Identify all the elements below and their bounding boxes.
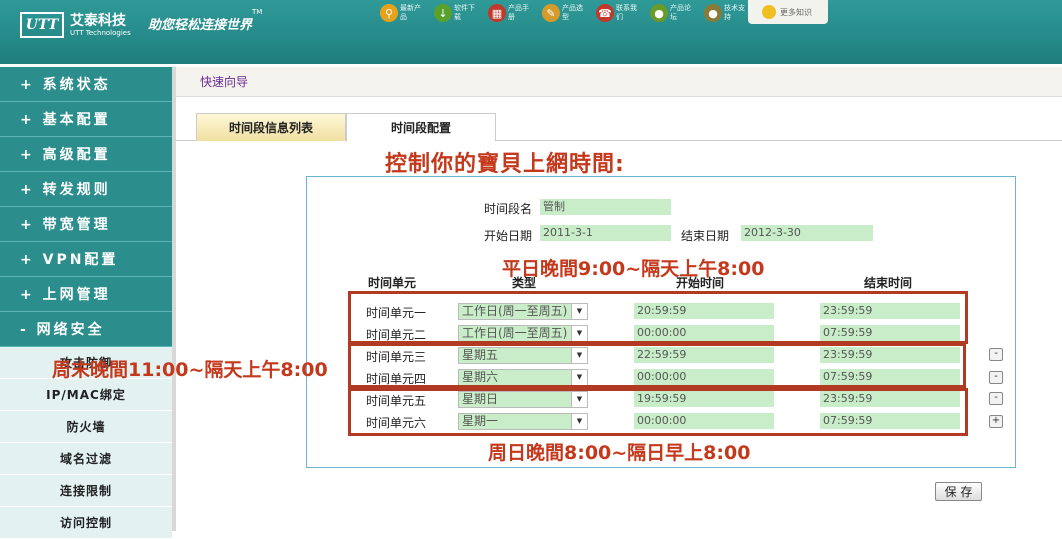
- toplink-support[interactable]: ● 技术支持: [704, 0, 750, 26]
- clipboard-icon: ✎: [542, 4, 560, 22]
- tab-bar: 时间段信息列表 时间段配置: [176, 111, 1062, 142]
- more-label: 更多知识: [780, 7, 812, 17]
- sidebar: + 系统状态 + 基本配置 + 高级配置 + 转发规则 + 带宽管理 + VPN…: [0, 67, 172, 539]
- phone-icon: ☎: [596, 4, 614, 22]
- slogan-tm: TM: [252, 8, 263, 16]
- add-row-button[interactable]: +: [989, 415, 1003, 428]
- toplink-label: 产品论坛: [670, 4, 691, 21]
- annotation-sunday: 周日晚間8:00~隔日早上8:00: [488, 442, 751, 464]
- brand-name-en: UTT Technologies: [70, 28, 131, 37]
- toplink-label: 软件下载: [454, 4, 475, 21]
- toplink-product-manual[interactable]: ▦ 产品手册: [488, 0, 534, 26]
- menu-bandwidth[interactable]: + 带宽管理: [0, 207, 172, 242]
- submenu-ip-mac-binding[interactable]: IP/MAC绑定: [0, 379, 172, 411]
- end-date-input[interactable]: 2012-3-30: [741, 225, 873, 241]
- submenu-domain-filter[interactable]: 域名过滤: [0, 443, 172, 475]
- menu-system-status[interactable]: + 系统状态: [0, 67, 172, 102]
- breadcrumb-link[interactable]: 快速向导: [200, 73, 248, 90]
- col-header-type: 类型: [512, 276, 537, 290]
- menu-network-security[interactable]: - 网络安全: [0, 312, 172, 347]
- start-date-label: 开始日期: [484, 229, 533, 243]
- menu-basic-config[interactable]: + 基本配置: [0, 102, 172, 137]
- download-icon: ↓: [434, 4, 452, 22]
- toplink-latest-products[interactable]: ⚲ 最新产品: [380, 0, 426, 26]
- submenu-connection-limit[interactable]: 连接限制: [0, 475, 172, 507]
- toplink-label: 联系我们: [616, 4, 637, 21]
- start-date-input[interactable]: 2011-3-1: [540, 225, 671, 241]
- name-label: 时间段名: [484, 202, 533, 216]
- remove-row-button[interactable]: -: [989, 348, 1003, 361]
- menu-forwarding-rules[interactable]: + 转发规则: [0, 172, 172, 207]
- name-input[interactable]: 管制: [540, 199, 671, 215]
- col-header-start: 开始时间: [676, 276, 725, 290]
- brand-name: 艾泰科技: [70, 12, 126, 29]
- toplink-label: 最新产品: [400, 4, 421, 21]
- book-icon: ▦: [488, 4, 506, 22]
- remove-row-button[interactable]: -: [989, 371, 1003, 384]
- save-button[interactable]: 保 存: [935, 482, 982, 501]
- top-banner: UTT 艾泰科技 UTT Technologies 助您轻松连接世界 TM ⚲ …: [0, 0, 1062, 64]
- knowledge-icon: [762, 5, 776, 19]
- menu-advanced-config[interactable]: + 高级配置: [0, 137, 172, 172]
- breadcrumb: 快速向导: [176, 67, 1062, 97]
- menu-vpn[interactable]: + VPN配置: [0, 242, 172, 277]
- logo-badge: UTT: [20, 12, 64, 38]
- annotation-title: 控制你的寶貝上網時間:: [385, 152, 625, 177]
- tab-time-range-list[interactable]: 时间段信息列表: [196, 113, 346, 141]
- tab-time-range-config[interactable]: 时间段配置: [346, 113, 496, 142]
- toplink-product-selection[interactable]: ✎ 产品选型: [542, 0, 588, 26]
- toplink-label: 产品手册: [508, 4, 529, 21]
- col-header-unit: 时间单元: [368, 276, 417, 290]
- annotation-weekend: 周末晚間11:00~隔天上午8:00: [52, 359, 328, 381]
- end-date-label: 结束日期: [681, 229, 730, 243]
- annotation-weekday: 平日晚間9:00~隔天上午8:00: [502, 258, 765, 280]
- slogan: 助您轻松连接世界: [148, 18, 253, 33]
- more-knowledge-button[interactable]: 更多知识: [748, 0, 828, 24]
- toplink-label: 技术支持: [724, 4, 745, 21]
- annotation-box-weekend: [348, 343, 966, 388]
- submenu-firewall[interactable]: 防火墙: [0, 411, 172, 443]
- logo: UTT 艾泰科技 UTT Technologies: [20, 10, 131, 40]
- annotation-box-sunday: [348, 388, 968, 436]
- toplink-label: 产品选型: [562, 4, 583, 21]
- menu-internet-management[interactable]: + 上网管理: [0, 277, 172, 312]
- support-icon: ●: [704, 4, 722, 22]
- toplink-contact[interactable]: ☎ 联系我们: [596, 0, 642, 26]
- remove-row-button[interactable]: -: [989, 392, 1003, 405]
- forum-icon: ●: [650, 4, 668, 22]
- annotation-box-weekday: [348, 291, 968, 344]
- top-links: ⚲ 最新产品 ↓ 软件下载 ▦ 产品手册 ✎ 产品选型 ☎ 联系我们 ● 产品论…: [380, 0, 758, 26]
- toplink-forum[interactable]: ● 产品论坛: [650, 0, 696, 26]
- col-header-end: 结束时间: [864, 276, 913, 290]
- search-icon: ⚲: [380, 4, 398, 22]
- toplink-software-download[interactable]: ↓ 软件下载: [434, 0, 480, 26]
- submenu-access-control[interactable]: 访问控制: [0, 507, 172, 539]
